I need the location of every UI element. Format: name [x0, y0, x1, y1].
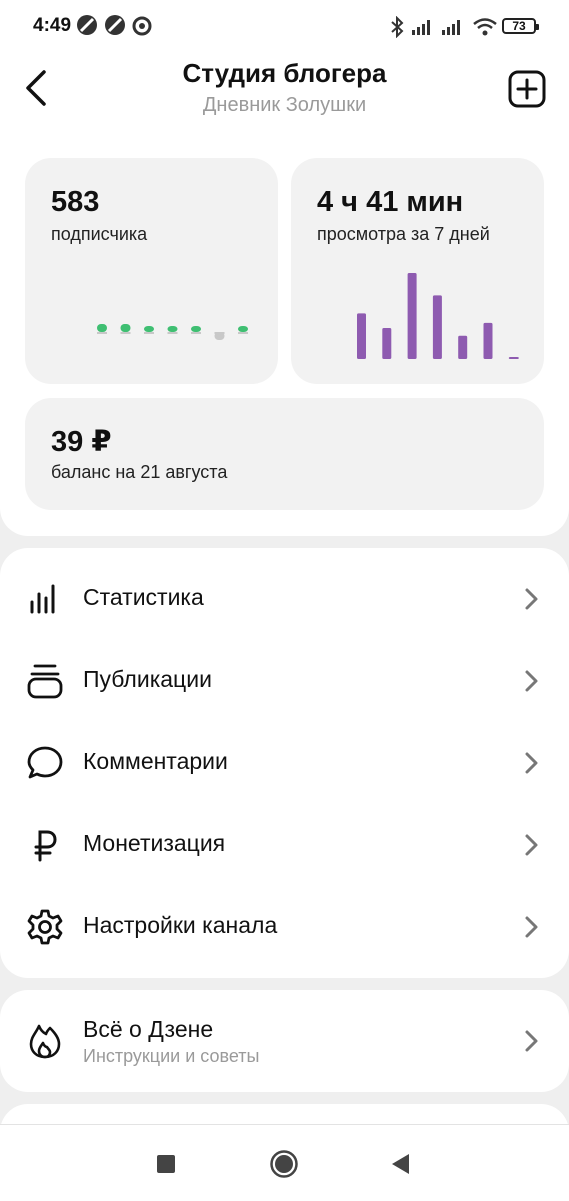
status-bar: 4:49 73	[0, 0, 569, 54]
trend-dot	[191, 326, 201, 334]
chevron-right-icon	[525, 752, 538, 774]
status-time: 4:49	[33, 15, 72, 36]
trend-dot	[167, 326, 178, 334]
top-section: 4:49 73 Студия блогера Дневник Золушки 5…	[0, 0, 569, 536]
balance-label: баланс на 21 августа	[51, 462, 228, 482]
trend-dot	[97, 324, 107, 334]
view-bar	[432, 295, 442, 359]
bluetooth-icon	[391, 16, 404, 38]
view-bar	[357, 313, 366, 359]
menu-item-channel-settings[interactable]: Настройки канала	[0, 886, 569, 968]
about-zen-item[interactable]: Всё о Дзене Инструкции и советы	[0, 990, 569, 1092]
chevron-right-icon	[525, 1030, 538, 1052]
menu-item-publications[interactable]: Публикации	[0, 640, 569, 722]
page-title: Студия блогера	[182, 58, 387, 88]
battery-icon: 73	[502, 18, 539, 34]
ruble-icon	[34, 830, 57, 862]
page-subtitle: Дневник Золушки	[202, 94, 367, 116]
menu-item-label: Комментарии	[83, 748, 228, 774]
subscribers-card[interactable]: 583 подписчика	[25, 158, 278, 384]
subscribers-trend-chart	[97, 324, 248, 340]
bar-chart-icon	[30, 584, 55, 614]
trend-dot	[238, 326, 248, 334]
recents-square-icon[interactable]	[151, 1149, 181, 1179]
home-circle-icon[interactable]	[269, 1149, 299, 1179]
menu-item-label: Настройки канала	[83, 912, 278, 938]
balance-card[interactable]: 39 ₽ баланс на 21 августа	[25, 398, 544, 510]
signal-icon	[412, 20, 430, 35]
flame-icon	[29, 1024, 61, 1059]
chevron-right-icon	[525, 670, 538, 692]
stack-icon	[27, 664, 63, 699]
view-bar	[458, 335, 468, 359]
views-card[interactable]: 4 ч 41 мин просмотра за 7 дней	[291, 158, 544, 384]
studio-menu: Статистика Публикации Комментарии Монети…	[0, 548, 569, 978]
chevron-right-icon	[525, 588, 538, 610]
view-bar	[508, 357, 519, 359]
gear-icon	[27, 909, 63, 945]
trend-dot	[144, 326, 154, 334]
notification-icon	[77, 15, 97, 35]
menu-item-label: Статистика	[83, 584, 204, 610]
notification-icon	[132, 16, 152, 36]
add-post-button[interactable]	[508, 70, 546, 108]
views-bar-chart	[357, 273, 519, 359]
menu-item-statistics[interactable]: Статистика	[0, 558, 569, 640]
menu-item-monetization[interactable]: Монетизация	[0, 804, 569, 886]
chevron-right-icon	[525, 916, 538, 938]
chevron-right-icon	[525, 834, 538, 856]
trend-dot	[214, 332, 225, 340]
balance-amount: 39 ₽	[51, 426, 112, 458]
trend-dot	[120, 324, 131, 334]
about-zen-subtitle: Инструкции и советы	[83, 1046, 260, 1066]
about-zen-title: Всё о Дзене	[83, 1016, 214, 1042]
menu-item-label: Публикации	[83, 666, 212, 692]
notification-icon	[105, 15, 125, 35]
signal-icon	[442, 20, 460, 35]
menu-item-label: Монетизация	[83, 830, 226, 856]
view-bar	[382, 328, 392, 359]
view-bar	[407, 273, 417, 359]
back-triangle-icon[interactable]	[386, 1149, 416, 1179]
menu-item-comments[interactable]: Комментарии	[0, 722, 569, 804]
comment-bubble-icon	[27, 746, 63, 779]
system-nav-bar	[0, 1124, 569, 1201]
wifi-icon	[473, 18, 497, 36]
view-bar	[483, 322, 493, 359]
